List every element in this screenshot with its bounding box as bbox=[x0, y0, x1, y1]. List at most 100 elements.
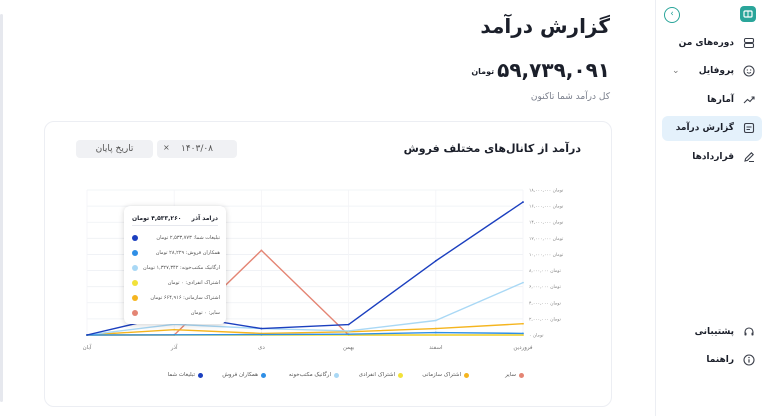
sidebar-item-profile[interactable]: پروفایل ⌄ bbox=[662, 59, 762, 84]
legend-color-dot bbox=[334, 372, 339, 378]
legend-label: اشتراک انفرادی bbox=[358, 372, 395, 378]
tooltip-row: اشتراک انفرادی: ۰ تومان bbox=[132, 278, 220, 288]
y-tick-label: تومان ۴,۰۰۰,۰۰۰ bbox=[529, 301, 562, 306]
legend-label: اشتراک سازمانی bbox=[422, 372, 461, 378]
y-tick-label: تومان ۲,۰۰۰,۰۰۰ bbox=[529, 317, 562, 322]
series-color-dot bbox=[132, 310, 138, 316]
data-point[interactable] bbox=[434, 259, 437, 262]
tooltip-row-text: همکاران فروش: ۲۸,۲۲۹ تومان bbox=[155, 250, 220, 256]
sidebar-item-label: آمارها bbox=[707, 94, 734, 105]
data-point[interactable] bbox=[522, 334, 524, 336]
data-point[interactable] bbox=[347, 323, 350, 326]
legend-item[interactable]: اشتراک انفرادی bbox=[359, 372, 403, 378]
data-point[interactable] bbox=[260, 333, 263, 336]
legend-item[interactable]: همکاران فروش bbox=[222, 372, 266, 378]
stack-icon bbox=[742, 36, 756, 50]
sidebar-item-label: پروفایل bbox=[698, 66, 734, 76]
legend-color-dot bbox=[398, 372, 403, 378]
chart-legend: تبلیغات شما همکاران فروش ارگانیک مکتب‌خونه… bbox=[45, 372, 611, 384]
chart-tooltip: درامد آذر ۴,۵۳۳,۲۶۰ تومان تبلیغات شما: ۲… bbox=[124, 206, 226, 324]
tooltip-row: همکاران فروش: ۲۸,۲۲۹ تومان bbox=[132, 248, 220, 258]
data-point[interactable] bbox=[434, 319, 437, 322]
sidebar-item-stats[interactable]: آمارها bbox=[662, 87, 762, 112]
series-color-dot bbox=[132, 265, 138, 271]
legend-label: ارگانیک مکتب‌خونه bbox=[288, 372, 331, 378]
sidebar-top: › bbox=[664, 6, 760, 24]
sidebar-item-label: پشتیبانی bbox=[694, 326, 734, 337]
smile-icon bbox=[742, 64, 756, 78]
book-logo-icon[interactable] bbox=[740, 6, 756, 22]
tooltip-title: درامد آذر bbox=[191, 214, 218, 222]
legend-color-dot bbox=[464, 372, 469, 378]
tooltip-total: ۴,۵۳۳,۲۶۰ تومان bbox=[132, 214, 182, 222]
sidebar-item-income-report[interactable]: گزارش درآمد bbox=[662, 115, 762, 141]
data-point[interactable] bbox=[347, 333, 350, 336]
sidebar-item-guide[interactable]: راهنما bbox=[662, 348, 762, 373]
data-point[interactable] bbox=[434, 327, 437, 330]
series-color-dot bbox=[132, 280, 138, 286]
tooltip-row-text: اشتراک انفرادی: ۰ تومان bbox=[167, 280, 220, 286]
data-point[interactable] bbox=[522, 281, 524, 284]
y-tick-label: تومان ۱۴,۰۰۰,۰۰۰ bbox=[529, 221, 564, 226]
tooltip-row: سایر: ۰ تومان bbox=[132, 308, 220, 318]
x-tick-label: فروردین bbox=[513, 345, 533, 351]
data-point[interactable] bbox=[522, 201, 524, 203]
series-color-dot bbox=[132, 250, 138, 256]
data-point[interactable] bbox=[260, 249, 263, 252]
sidebar-item-label: دوره‌های من bbox=[678, 37, 734, 48]
legend-color-dot bbox=[261, 372, 266, 378]
total-amount: ۵۹,۷۳۹,۰۹۱تومان bbox=[471, 58, 610, 82]
amount-subtitle: کل درآمد شما تاکنون bbox=[530, 92, 610, 102]
y-tick-label: تومان ۱۸,۰۰۰,۰۰۰ bbox=[529, 189, 564, 194]
sidebar: › دوره‌های من پروفایل ⌄ آمارها گزارش bbox=[655, 0, 768, 416]
tooltip-row-text: اشتراک سازمانی: ۶۶۴,۹۱۶ تومان bbox=[150, 295, 220, 301]
y-tick-label: تومان ۰ bbox=[529, 334, 544, 339]
sidebar-bottom: پشتیبانی راهنما bbox=[662, 319, 762, 376]
legend-item[interactable]: ارگانیک مکتب‌خونه bbox=[289, 372, 339, 378]
income-chart-card: درآمد از کانال‌های مختلف فروش ۱۴۰۳/۰۸ × … bbox=[44, 121, 612, 407]
data-point[interactable] bbox=[522, 332, 524, 335]
legend-label: همکاران فروش bbox=[222, 372, 258, 378]
chevron-down-icon[interactable]: ⌄ bbox=[672, 66, 680, 76]
legend-item[interactable]: سایر bbox=[505, 372, 524, 378]
info-icon bbox=[742, 353, 756, 367]
pen-icon bbox=[742, 150, 756, 164]
report-icon bbox=[742, 121, 756, 135]
data-point[interactable] bbox=[347, 330, 350, 332]
data-point[interactable] bbox=[173, 328, 176, 331]
x-tick-label: اسفند bbox=[429, 345, 443, 351]
currency-label: تومان bbox=[471, 67, 495, 76]
series-color-dot bbox=[132, 235, 138, 241]
data-point[interactable] bbox=[86, 334, 88, 336]
trend-icon bbox=[742, 93, 756, 107]
sidebar-item-support[interactable]: پشتیبانی bbox=[662, 319, 762, 344]
data-point[interactable] bbox=[434, 334, 437, 336]
tooltip-row-text: سایر: ۰ تومان bbox=[190, 310, 220, 316]
y-tick-label: تومان ۸,۰۰۰,۰۰۰ bbox=[529, 269, 562, 274]
data-point[interactable] bbox=[173, 333, 176, 336]
chevron-right-icon[interactable]: › bbox=[664, 7, 680, 23]
amount-value: ۵۹,۷۳۹,۰۹۱ bbox=[497, 58, 610, 82]
legend-item[interactable]: اشتراک سازمانی bbox=[422, 372, 469, 378]
page-title: گزارش درآمد bbox=[480, 14, 610, 38]
legend-color-dot bbox=[198, 372, 203, 378]
data-point[interactable] bbox=[260, 327, 263, 330]
data-point[interactable] bbox=[522, 322, 524, 325]
legend-label: سایر bbox=[505, 372, 516, 378]
y-tick-label: تومان ۱۲,۰۰۰,۰۰۰ bbox=[529, 237, 564, 242]
tooltip-row: اشتراک سازمانی: ۶۶۴,۹۱۶ تومان bbox=[132, 293, 220, 303]
y-tick-label: تومان ۶,۰۰۰,۰۰۰ bbox=[529, 285, 562, 290]
legend-label: تبلیغات شما bbox=[167, 372, 195, 378]
tooltip-row: ارگانیک مکتب‌خونه: ۱,۳۲۷,۳۴۲ تومان bbox=[132, 263, 220, 273]
tooltip-row-text: ارگانیک مکتب‌خونه: ۱,۳۲۷,۳۴۲ تومان bbox=[143, 265, 220, 271]
headset-icon bbox=[742, 325, 756, 339]
data-point[interactable] bbox=[434, 331, 437, 334]
sidebar-item-label: راهنما bbox=[706, 355, 734, 365]
sidebar-item-my-courses[interactable]: دوره‌های من bbox=[662, 30, 762, 55]
x-tick-label: دی bbox=[258, 345, 265, 351]
y-tick-label: تومان ۱۰,۰۰۰,۰۰۰ bbox=[529, 253, 564, 258]
legend-item[interactable]: تبلیغات شما bbox=[168, 372, 203, 378]
tooltip-row: تبلیغات شما: ۲,۵۳۳,۷۷۳ تومان bbox=[132, 233, 220, 243]
x-tick-label: آبان bbox=[83, 344, 92, 351]
sidebar-item-contracts[interactable]: قراردادها bbox=[662, 144, 762, 169]
